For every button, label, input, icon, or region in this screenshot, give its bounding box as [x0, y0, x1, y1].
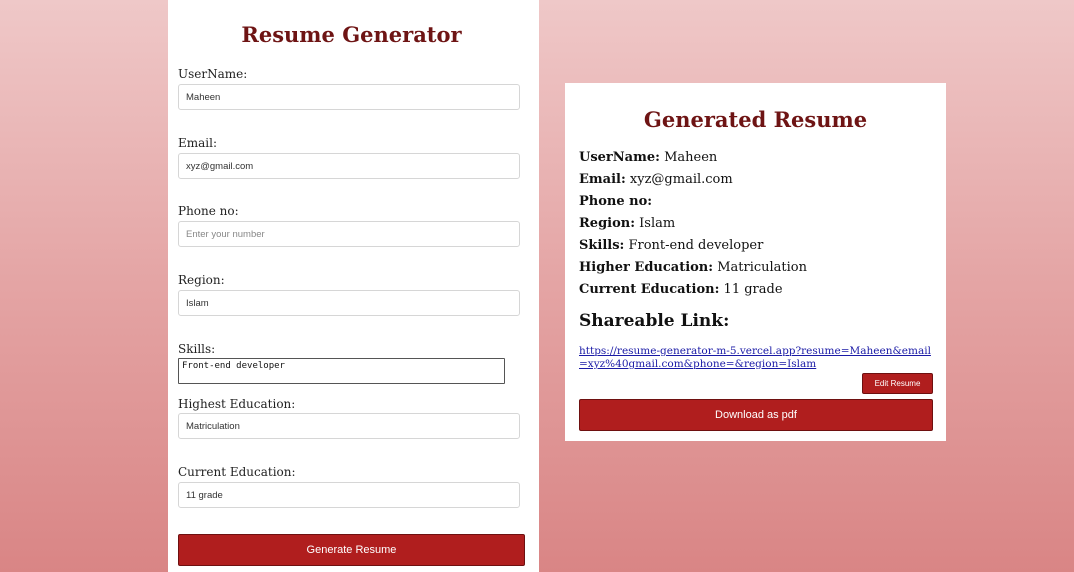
- username-label: UserName:: [178, 67, 248, 81]
- share-link[interactable]: https://resume-generator-m-5.vercel.app?…: [579, 345, 935, 371]
- resume-line-phone: Phone no:: [579, 194, 652, 209]
- resume-line-higher-education: Higher Education: Matriculation: [579, 260, 807, 275]
- resume-line-skills: Skills: Front-end developer: [579, 238, 763, 253]
- phone-input[interactable]: Enter your number: [178, 221, 520, 247]
- resume-value: 11 grade: [723, 282, 783, 297]
- form-title: Resume Generator: [241, 22, 462, 47]
- email-label: Email:: [178, 136, 218, 150]
- phone-label: Phone no:: [178, 204, 239, 218]
- highest-education-input[interactable]: Matriculation: [178, 413, 520, 439]
- download-pdf-button[interactable]: Download as pdf: [579, 399, 933, 431]
- resume-line-email: Email: xyz@gmail.com: [579, 172, 733, 187]
- resume-form-panel: Resume Generator UserName: Maheen Email:…: [168, 0, 539, 572]
- resume-key: Skills:: [579, 238, 625, 253]
- resume-title: Generated Resume: [643, 107, 868, 132]
- resume-line-current-education: Current Education: 11 grade: [579, 282, 783, 297]
- username-input[interactable]: Maheen: [178, 84, 520, 110]
- skills-textarea[interactable]: Front-end developer: [178, 358, 505, 384]
- resume-value: xyz@gmail.com: [629, 172, 733, 187]
- resume-key: Region:: [579, 216, 636, 231]
- resume-value: Maheen: [664, 150, 718, 165]
- edit-resume-button[interactable]: Edit Resume: [862, 373, 933, 394]
- current-education-input[interactable]: 11 grade: [178, 482, 520, 508]
- resume-value: Islam: [639, 216, 676, 231]
- resume-key: Email:: [579, 172, 626, 187]
- resume-value: Front-end developer: [628, 238, 764, 253]
- resume-value: Matriculation: [717, 260, 808, 275]
- region-label: Region:: [178, 273, 225, 287]
- resume-line-region: Region: Islam: [579, 216, 675, 231]
- resume-key: Phone no:: [579, 194, 653, 209]
- region-input[interactable]: Islam: [178, 290, 520, 316]
- resume-key: Higher Education:: [579, 260, 714, 275]
- resume-key: UserName:: [579, 150, 660, 165]
- current-education-label: Current Education:: [178, 465, 296, 479]
- generate-resume-button[interactable]: Generate Resume: [178, 534, 525, 566]
- share-heading: Shareable Link:: [579, 311, 730, 331]
- highest-education-label: Highest Education:: [178, 397, 296, 411]
- generated-resume-card: Generated Resume UserName: Maheen Email:…: [565, 83, 946, 441]
- resume-key: Current Education:: [579, 282, 720, 297]
- resume-line-username: UserName: Maheen: [579, 150, 717, 165]
- email-input[interactable]: xyz@gmail.com: [178, 153, 520, 179]
- skills-label: Skills:: [178, 342, 216, 356]
